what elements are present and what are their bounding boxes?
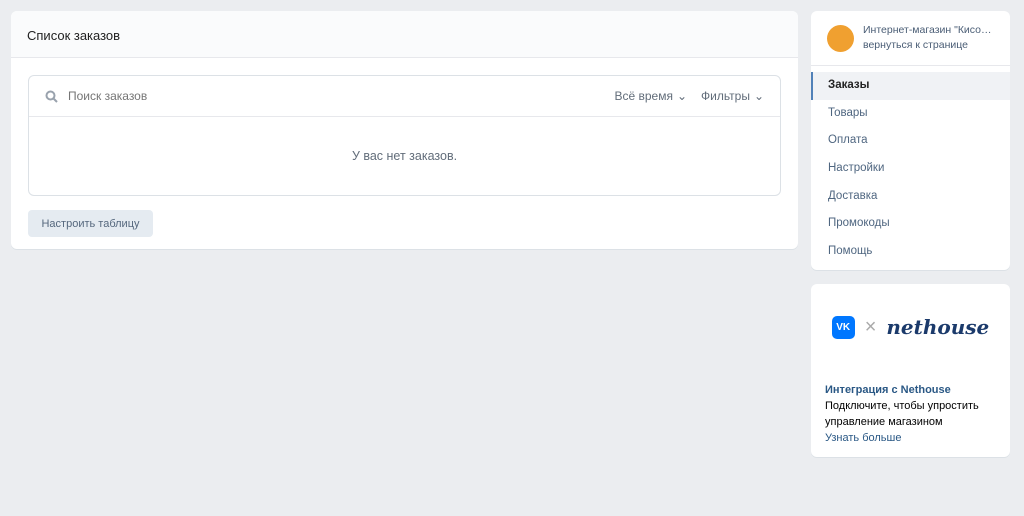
- nethouse-logo: nethouse: [886, 315, 990, 339]
- nethouse-promo: VK × nethouse Интеграция с Nethouse Подк…: [811, 284, 1010, 457]
- orders-panel: Список заказов Всё время⌄ Фильтры⌄ У вас…: [11, 11, 798, 249]
- back-link[interactable]: вернуться к странице: [863, 38, 992, 53]
- configure-table-button[interactable]: Настроить таблицу: [28, 210, 153, 237]
- period-label: Всё время: [614, 89, 673, 103]
- promo-text: Подключите, чтобы упростить управление м…: [825, 400, 979, 428]
- sidebar: Интернет-магазин "Кисо… вернуться к стран…: [811, 11, 1010, 270]
- filters-dropdown[interactable]: Фильтры ⌄: [701, 89, 764, 103]
- promo-title: Интеграция с Nethouse: [825, 384, 951, 396]
- shop-link[interactable]: Интернет-магазин "Кисо… вернуться к стран…: [811, 11, 1010, 66]
- vk-logo-icon: VK: [831, 315, 855, 339]
- chevron-down-icon: ⌄: [676, 89, 687, 103]
- search-bar: Всё время⌄ Фильтры⌄: [29, 76, 780, 117]
- period-dropdown[interactable]: Всё время ⌄: [614, 89, 687, 103]
- empty-message: У вас нет заказов.: [351, 149, 458, 163]
- shop-logo: [827, 24, 854, 52]
- learn-more-link[interactable]: Узнать больше: [825, 430, 1010, 446]
- filters-label: Фильтры: [701, 89, 750, 103]
- sidebar-item-settings[interactable]: Настройки: [811, 155, 1010, 183]
- orders-table: Всё время⌄ Фильтры⌄ У вас нет заказов.: [28, 75, 781, 196]
- search-icon: [45, 90, 58, 103]
- sidebar-item-orders[interactable]: Заказы: [811, 72, 1010, 100]
- sidebar-item-promocodes[interactable]: Промокоды: [811, 210, 1010, 238]
- search-input[interactable]: [68, 89, 601, 103]
- page-title: Список заказов: [11, 11, 798, 58]
- shop-name: Интернет-магазин "Кисо…: [863, 24, 992, 36]
- sidebar-item-products[interactable]: Товары: [811, 100, 1010, 128]
- sidebar-item-delivery[interactable]: Доставка: [811, 183, 1010, 211]
- chevron-down-icon: ⌄: [753, 89, 764, 103]
- sidebar-item-help[interactable]: Помощь: [811, 238, 1010, 266]
- times-icon: ×: [864, 315, 877, 338]
- sidebar-item-payment[interactable]: Оплата: [811, 127, 1010, 155]
